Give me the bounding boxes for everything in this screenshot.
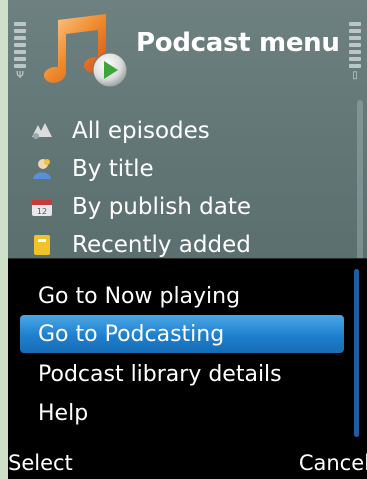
select-softkey[interactable]: Select xyxy=(8,451,73,475)
battery-indicator: ▯ xyxy=(349,22,361,81)
cancel-softkey[interactable]: Cancel xyxy=(299,451,367,475)
option-label: Go to Now playing xyxy=(38,283,241,309)
option-go-to-now-playing[interactable]: Go to Now playing xyxy=(20,277,344,315)
page-title: Podcast menu xyxy=(136,28,340,58)
list-item-label: All episodes xyxy=(72,118,210,144)
list-scrollbar[interactable] xyxy=(357,100,363,260)
option-podcast-library-details[interactable]: Podcast library details xyxy=(20,355,344,393)
battery-icon: ▯ xyxy=(352,70,358,81)
option-help[interactable]: Help xyxy=(20,394,344,432)
softkey-bar: Select Cancel xyxy=(8,448,367,479)
option-label: Go to Podcasting xyxy=(38,321,225,347)
list-item-label: By title xyxy=(72,156,154,182)
person-icon xyxy=(30,157,54,181)
option-label: Help xyxy=(38,400,89,426)
episodes-icon xyxy=(30,119,54,143)
list-item-by-publish-date[interactable]: 12 By publish date xyxy=(30,188,350,226)
note-icon xyxy=(30,233,54,257)
signal-indicator: Ψ xyxy=(14,22,26,81)
list-item-by-title[interactable]: By title xyxy=(30,150,350,188)
list-item-label: Recently added xyxy=(72,232,251,258)
option-go-to-podcasting[interactable]: Go to Podcasting xyxy=(20,315,344,353)
calendar-icon: 12 xyxy=(30,195,54,219)
list-item-all-episodes[interactable]: All episodes xyxy=(30,112,350,150)
options-popup: Go to Now playing Go to Podcasting Podca… xyxy=(8,258,367,449)
popup-scrollbar[interactable] xyxy=(354,269,359,437)
podcast-menu-list: All episodes By title 12 By publish date… xyxy=(30,112,350,264)
svg-text:12: 12 xyxy=(37,207,47,216)
phone-screen: Ψ ▯ Podcast menu All episodes By title 1… xyxy=(8,0,367,479)
option-label: Podcast library details xyxy=(38,361,282,387)
podcast-music-note-play-icon xyxy=(36,10,136,96)
list-item-label: By publish date xyxy=(72,194,251,220)
antenna-icon: Ψ xyxy=(16,70,24,81)
